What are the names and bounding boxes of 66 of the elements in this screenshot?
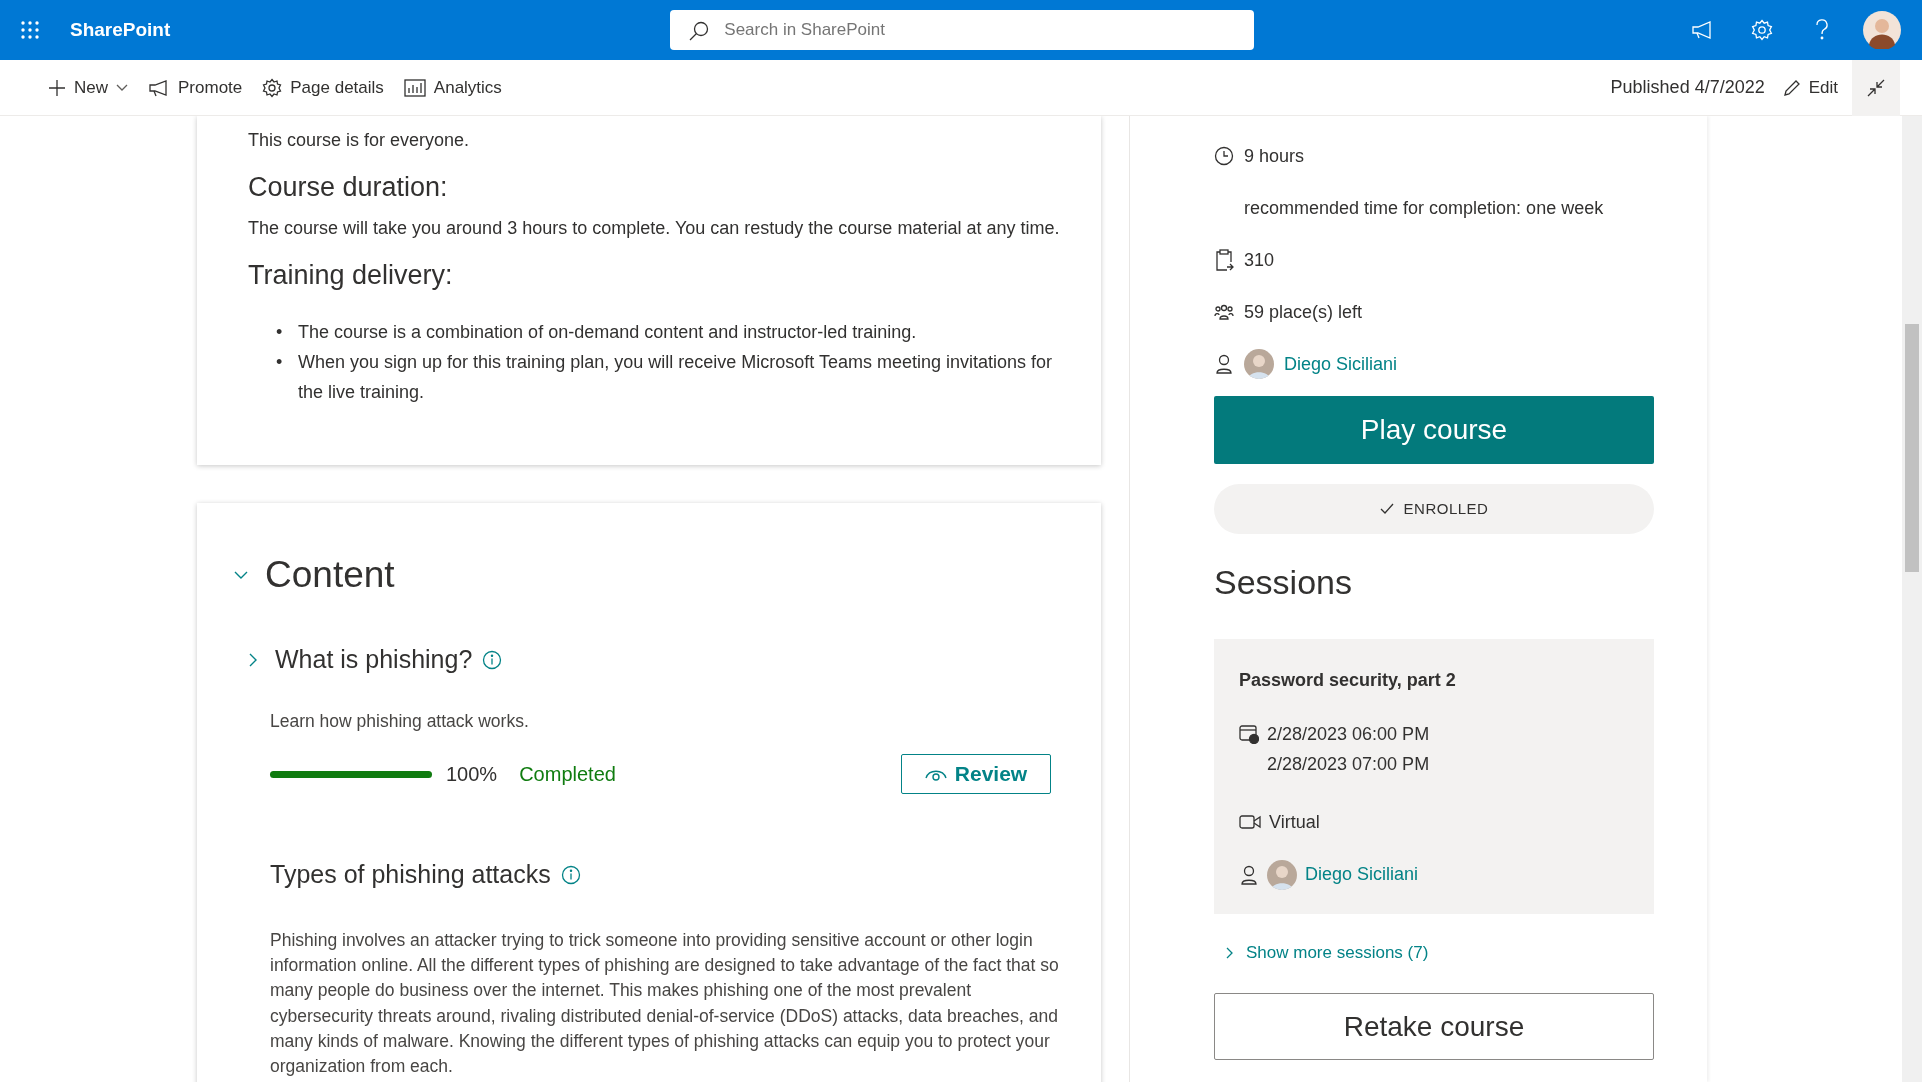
body-text: This course is for everyone. — [248, 129, 471, 152]
instructor-link[interactable]: Diego Siciliani — [1305, 861, 1419, 889]
check-icon — [1379, 503, 1394, 515]
collapse-icon — [1866, 77, 1886, 98]
section-heading: Course duration: — [248, 171, 449, 204]
collapse-button[interactable] — [1852, 59, 1900, 116]
bullet-item: When you sign up for this training plan, you will receive Microsoft Teams meeting invitations for the live training. — [298, 351, 1053, 404]
calendar-clock-icon — [1239, 723, 1259, 744]
settings-icon — [1751, 19, 1773, 41]
group-icon — [1214, 302, 1234, 322]
module-description: Phishing involves an attacker trying to trick someone into providing sensitive account or other login information online. All the different types of phishing are designed to take advantage of the fact that so many people do business over the internet. This makes phishing one of the most prevalent cybersecurity threats around, rivaling distributed denial-of-service (DDoS) attacks, data breaches, and many kinds of malware. Knowing the different types of phishing attacks can equip you to protect your organization from each. — [270, 928, 1060, 1079]
info-icon — [560, 864, 581, 885]
megaphone-icon — [1691, 20, 1713, 40]
command-button[interactable]: Page details — [252, 67, 394, 108]
module-title: Types of phishing attacks — [270, 859, 551, 891]
clipboard-icon — [1214, 249, 1234, 271]
progress-status: Completed — [519, 762, 616, 788]
sessions-heading: Sessions — [1214, 562, 1353, 603]
session-title: Password security, part 2 — [1239, 668, 1457, 692]
video-camera-icon — [1239, 814, 1261, 831]
avatar — [1267, 859, 1297, 890]
person-icon — [1239, 863, 1259, 886]
user-avatar[interactable] — [1863, 11, 1901, 49]
command-button[interactable]: New — [38, 67, 138, 108]
bullet-marker: • — [276, 351, 284, 374]
command-button[interactable]: Promote — [138, 67, 253, 108]
module-description: Learn how phishing attack works. — [270, 709, 530, 733]
bullet-marker: • — [276, 321, 284, 344]
edit-button[interactable]: Edit — [1772, 67, 1848, 108]
chevron-icon — [1226, 946, 1234, 959]
detail-text: recommended time for completion: one week — [1244, 196, 1604, 220]
caret-icon — [116, 83, 128, 92]
session-end: 2/28/2023 07:00 PM — [1267, 752, 1430, 776]
enrolled-badge: ENROLLED — [1214, 484, 1654, 534]
app-launcher-icon[interactable] — [20, 20, 40, 40]
section-heading: Training delivery: — [248, 258, 454, 292]
retake-course-button[interactable]: Retake course — [1214, 993, 1654, 1061]
review-button[interactable]: Review — [901, 754, 1051, 795]
pencil-icon — [1782, 78, 1801, 97]
bullet-item: The course is a combination of on-demand content and instructor-led training. — [298, 321, 917, 344]
detail-text: 9 hours — [1244, 144, 1305, 168]
settings-icon — [262, 77, 283, 98]
session-location: Virtual — [1269, 810, 1320, 834]
show-more-link[interactable]: Show more sessions (7) — [1226, 939, 1429, 966]
person-icon — [1214, 353, 1234, 375]
scrollbar[interactable] — [1902, 116, 1922, 1082]
plus-icon — [48, 78, 66, 97]
module-title: What is phishing? — [275, 644, 473, 676]
detail-text: 310 — [1244, 248, 1275, 272]
clock-icon — [1214, 146, 1234, 166]
publish-status: Published 4/7/2022 — [1610, 76, 1765, 99]
app-title[interactable]: SharePoint — [70, 15, 171, 45]
body-text: The course will take you around 3 hours to complete. You can restudy the course material at any time. — [248, 216, 1061, 240]
chart-icon — [403, 78, 426, 97]
avatar — [1244, 349, 1274, 379]
command-button[interactable]: Analytics — [393, 67, 512, 108]
progress-percent: 100% — [446, 762, 498, 788]
detail-text: 59 place(s) left — [1244, 300, 1363, 324]
play-course-button[interactable]: Play course — [1214, 396, 1654, 464]
info-icon — [482, 650, 503, 671]
content-heading: Content — [265, 553, 395, 597]
help-icon — [1815, 19, 1829, 41]
session-start: 2/28/2023 06:00 PM — [1267, 722, 1430, 746]
instructor-link[interactable]: Diego Siciliani — [1284, 350, 1398, 378]
search-field[interactable]: Search in SharePoint — [670, 10, 1255, 50]
megaphone-icon — [148, 78, 170, 97]
